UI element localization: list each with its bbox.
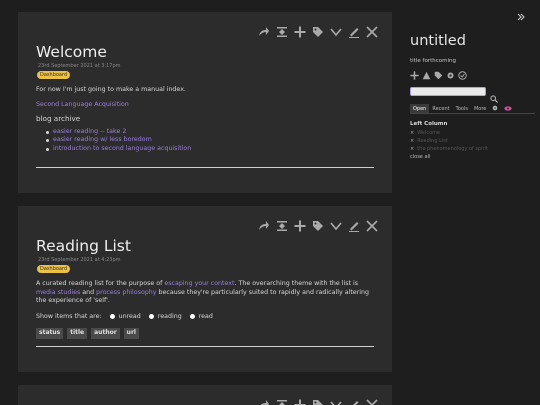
tiddler-welcome: Welcome 23rd September 2021 at 3:17pm Da… — [18, 12, 392, 193]
archive-list: easier reading -- take 2 easier reading … — [46, 128, 374, 154]
fold-icon[interactable] — [276, 399, 288, 405]
tabs-divider — [410, 113, 535, 114]
close-icon[interactable] — [366, 26, 378, 38]
tiddler-subtitle: 23rd September 2021 at 3:17pm — [38, 63, 121, 69]
edit-icon[interactable] — [348, 399, 360, 405]
tiddler-reading-list: Reading List 23rd September 2021 at 4:23… — [18, 206, 392, 372]
column-header[interactable]: status — [36, 328, 64, 339]
new-tiddler-icon[interactable] — [410, 71, 419, 80]
archive-heading: blog archive — [36, 114, 81, 123]
radio-read[interactable] — [189, 314, 195, 320]
list-item[interactable]: × the phenomenology of spirit — [410, 145, 488, 153]
tag-manager-icon[interactable] — [434, 71, 443, 80]
column-heading: Left Column — [410, 121, 448, 127]
divider — [36, 167, 374, 168]
list-item[interactable]: introduction to second language acquisit… — [46, 145, 374, 154]
open-tiddlers-list: × Welcome × Reading List × the phenomenolog… — [410, 129, 488, 161]
more-icon[interactable] — [330, 220, 342, 232]
page-controls — [410, 71, 467, 80]
divider — [36, 346, 374, 347]
tiddler-subtitle: 23rd September 2021 at 4:23pm — [38, 257, 121, 263]
table-header: status title author url — [36, 328, 374, 339]
edit-icon[interactable] — [348, 26, 360, 38]
list-item[interactable]: × Reading List — [410, 137, 488, 145]
column-header[interactable]: author — [91, 328, 120, 339]
tiddler-toolbar — [258, 399, 378, 405]
link-escaping-context[interactable]: escaping your context — [164, 280, 234, 287]
tiddler-title: Welcome — [36, 43, 107, 61]
open-item-label[interactable]: Reading List — [417, 138, 448, 144]
column-header[interactable]: title — [67, 328, 88, 339]
tag-pill[interactable]: Dashboard — [37, 265, 71, 273]
close-icon[interactable]: × — [410, 130, 414, 136]
gear-icon[interactable] — [446, 71, 455, 80]
open-item-label[interactable]: the phenomenology of spirit — [417, 146, 488, 152]
new-here-icon[interactable] — [294, 399, 306, 405]
save-icon[interactable] — [458, 71, 467, 80]
edit-icon[interactable] — [348, 220, 360, 232]
close-icon[interactable]: × — [410, 146, 414, 152]
link-process-philosophy[interactable]: process philosophy — [96, 289, 156, 296]
link-media-studies[interactable]: media studies — [36, 289, 80, 296]
share-icon[interactable] — [258, 399, 270, 405]
close-icon[interactable] — [366, 220, 378, 232]
share-icon[interactable] — [258, 220, 270, 232]
search-input[interactable] — [410, 87, 486, 96]
filter-label: Show items that are: — [36, 312, 102, 320]
story-river: Welcome 23rd September 2021 at 3:17pm Da… — [0, 0, 405, 405]
site-subtitle: title forthcoming — [410, 58, 456, 64]
list-item[interactable]: easier reading -- take 2 — [46, 128, 374, 137]
list-item[interactable]: easier reading w/ less boredom — [46, 136, 374, 145]
radio-unread[interactable] — [109, 314, 115, 320]
status-filter: Show items that are: unread reading read — [36, 313, 374, 322]
radio-label: unread — [118, 312, 141, 320]
list-item[interactable]: × Welcome — [410, 129, 488, 137]
tiddler-partial — [18, 385, 392, 405]
more-icon[interactable] — [330, 26, 342, 38]
new-here-icon[interactable] — [294, 220, 306, 232]
radio-label: read — [198, 312, 213, 320]
more-icon[interactable] — [330, 399, 342, 405]
close-icon[interactable]: × — [410, 138, 414, 144]
search-icon[interactable] — [490, 88, 498, 103]
collapse-sidebar-icon[interactable] — [517, 6, 525, 21]
tiddler-toolbar — [258, 26, 378, 38]
close-all-button[interactable]: close all — [410, 153, 488, 161]
fold-icon[interactable] — [276, 26, 288, 38]
column-header[interactable]: url — [123, 328, 139, 339]
sidebar: untitled title forthcoming Open Recent T… — [405, 0, 540, 405]
text-fragment: A curated reading list for the purpose o… — [36, 280, 165, 287]
tiddler-body: A curated reading list for the purpose o… — [36, 280, 374, 339]
site-title: untitled — [410, 33, 466, 49]
description-text: A curated reading list for the purpose o… — [36, 280, 374, 306]
open-item-label[interactable]: Welcome — [417, 130, 440, 136]
tiddler-toolbar — [258, 220, 378, 232]
tag-icon[interactable] — [312, 220, 324, 232]
tag-icon[interactable] — [312, 26, 324, 38]
share-icon[interactable] — [258, 26, 270, 38]
close-icon[interactable] — [366, 399, 378, 405]
new-here-icon[interactable] — [294, 26, 306, 38]
link-sla[interactable]: Second Language Acquisition — [36, 101, 374, 110]
radio-label: reading — [157, 312, 182, 320]
tag-icon[interactable] — [312, 399, 324, 405]
tiddler-title: Reading List — [36, 237, 131, 255]
intro-text: For now I'm just going to make a manual … — [36, 86, 186, 93]
new-journal-icon[interactable] — [422, 71, 431, 80]
tag-pill[interactable]: Dashboard — [37, 71, 71, 79]
fold-icon[interactable] — [276, 220, 288, 232]
text-fragment: . The overarching theme with the list is — [234, 280, 359, 287]
tiddler-body: For now I'm just going to make a manual … — [36, 86, 374, 153]
radio-reading[interactable] — [148, 314, 154, 320]
text-fragment: and — [80, 288, 97, 296]
